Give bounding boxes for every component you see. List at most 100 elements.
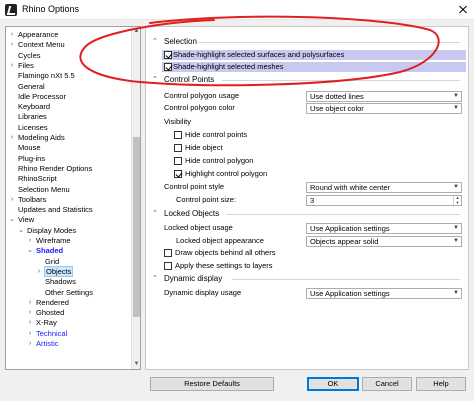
- tree-item[interactable]: › Files: [8, 61, 132, 70]
- checkbox-unchecked[interactable]: [174, 144, 182, 152]
- settings-panel: ⌃ Selection Shade-highlight selected sur…: [145, 26, 469, 370]
- tree-item-label: Cycles: [18, 50, 41, 60]
- dynamic-display-usage-dropdown[interactable]: Use Application settings ▼: [306, 288, 462, 299]
- checkbox-unchecked[interactable]: [164, 262, 172, 270]
- help-button[interactable]: Help: [416, 377, 466, 391]
- tree-item[interactable]: Shadows: [8, 277, 132, 286]
- shade-highlight-meshes-checkbox[interactable]: Shade-highlight selected meshes: [162, 62, 466, 72]
- tree-item[interactable]: › Context Menu: [8, 40, 132, 49]
- checkbox-unchecked[interactable]: [174, 157, 182, 165]
- control-polygon-color-dropdown[interactable]: Use object color ▼: [306, 103, 462, 114]
- tree-item-label: Selection Menu: [18, 184, 70, 194]
- chevron-right-icon[interactable]: ›: [8, 133, 16, 142]
- chevron-right-icon[interactable]: ›: [26, 236, 34, 245]
- chevron-down-icon[interactable]: ⌄: [17, 226, 25, 235]
- collapse-caret-icon[interactable]: ⌃: [152, 37, 160, 47]
- tree-item[interactable]: ⌄ Shaded: [8, 246, 132, 255]
- tree-item[interactable]: › Artistic: [8, 339, 132, 348]
- tree-item[interactable]: › Rendered: [8, 298, 132, 307]
- chevron-right-icon[interactable]: ›: [26, 308, 34, 317]
- collapse-caret-icon[interactable]: ⌃: [152, 274, 160, 284]
- control-point-size-spinner[interactable]: 3 ▲ ▼: [306, 195, 462, 206]
- tree-item-label: Plug-ins: [18, 153, 46, 163]
- tree-item[interactable]: › Wireframe: [8, 236, 132, 245]
- control-polygon-usage-dropdown[interactable]: Use dotted lines ▼: [306, 91, 462, 102]
- shade-highlight-surfaces-checkbox[interactable]: Shade-highlight selected surfaces and po…: [162, 50, 466, 60]
- tree-item-label: Objects: [43, 265, 74, 277]
- chevron-down-icon[interactable]: ⌄: [8, 215, 16, 224]
- chevron-right-icon[interactable]: ›: [26, 298, 34, 307]
- tree-item[interactable]: Rhino Render Options: [8, 164, 132, 173]
- chevron-right-icon[interactable]: ›: [26, 318, 34, 327]
- collapse-caret-icon[interactable]: ⌃: [152, 209, 160, 219]
- tree-item-label: Artistic: [36, 339, 59, 348]
- tree-item[interactable]: Cycles: [8, 51, 132, 60]
- scroll-up-icon[interactable]: ▲: [132, 27, 140, 36]
- dynamic-display-usage-label: Dynamic display usage: [164, 288, 242, 297]
- tree-item[interactable]: ⌄ Display Modes: [8, 226, 132, 235]
- tree-item[interactable]: › Technical: [8, 329, 132, 338]
- chevron-down-icon[interactable]: ⌄: [26, 246, 34, 255]
- checkbox-unchecked[interactable]: [164, 249, 172, 257]
- tree-item-label: Wireframe: [36, 236, 71, 245]
- hide-control-polygon-checkbox[interactable]: Hide control polygon: [174, 156, 314, 166]
- checkbox-checked[interactable]: [174, 170, 182, 178]
- tree-item[interactable]: RhinoScript: [8, 174, 132, 183]
- chevron-right-icon[interactable]: ›: [26, 339, 34, 348]
- tree-item[interactable]: Licenses: [8, 123, 132, 132]
- tree-item[interactable]: Other Settings: [8, 288, 132, 297]
- tree-item[interactable]: Mouse: [8, 143, 132, 152]
- restore-defaults-button[interactable]: Restore Defaults: [150, 377, 274, 391]
- highlight-control-polygon-checkbox[interactable]: Highlight control polygon: [174, 169, 314, 179]
- tree-item-label: Other Settings: [45, 287, 93, 297]
- control-polygon-color-label: Control polygon color: [164, 103, 235, 112]
- tree-item[interactable]: Keyboard: [8, 102, 132, 111]
- draw-behind-checkbox[interactable]: Draw objects behind all others: [164, 248, 324, 258]
- checkbox-checked[interactable]: [164, 63, 172, 71]
- tree-item[interactable]: Libraries: [8, 112, 132, 121]
- chevron-right-icon[interactable]: ›: [8, 30, 16, 39]
- tree-item[interactable]: › Appearance: [8, 30, 132, 39]
- checkbox-checked[interactable]: [164, 51, 172, 59]
- chevron-down-icon: ▼: [453, 93, 459, 99]
- tree-item[interactable]: Idle Processor: [8, 92, 132, 101]
- control-point-style-dropdown[interactable]: Round with white center ▼: [306, 182, 462, 193]
- tree-item-label: Idle Processor: [18, 91, 66, 101]
- chevron-right-icon[interactable]: ›: [8, 195, 16, 204]
- hide-object-checkbox[interactable]: Hide object: [174, 143, 314, 153]
- tree-item[interactable]: › X-Ray: [8, 318, 132, 327]
- tree-item[interactable]: › Objects: [8, 265, 132, 277]
- tree-item-label: Modeling Aids: [18, 133, 65, 142]
- close-icon[interactable]: [452, 0, 474, 20]
- hide-control-points-checkbox[interactable]: Hide control points: [174, 130, 314, 140]
- tree-scrollbar[interactable]: ▲ ▼: [131, 27, 140, 369]
- chevron-right-icon[interactable]: ›: [8, 61, 16, 70]
- locked-object-usage-dropdown[interactable]: Use Application settings ▼: [306, 223, 462, 234]
- tree-item[interactable]: › Ghosted: [8, 308, 132, 317]
- scroll-down-icon[interactable]: ▼: [132, 360, 140, 369]
- tree-item-label: View: [18, 215, 35, 225]
- locked-object-appearance-dropdown[interactable]: Objects appear solid ▼: [306, 236, 462, 247]
- ok-button[interactable]: OK: [307, 377, 359, 391]
- collapse-caret-icon[interactable]: ⌃: [152, 75, 160, 85]
- tree-item[interactable]: › Toolbars: [8, 195, 132, 204]
- tree-item[interactable]: General: [8, 82, 132, 91]
- tree-item[interactable]: ⌄ View: [8, 215, 132, 224]
- checkbox-unchecked[interactable]: [174, 131, 182, 139]
- chevron-right-icon[interactable]: ›: [26, 329, 34, 338]
- chevron-right-icon[interactable]: ›: [8, 40, 16, 49]
- tree-item[interactable]: Grid: [8, 257, 132, 266]
- tree-item-label: RhinoScript: [18, 174, 57, 184]
- chevron-down-icon: ▼: [453, 225, 459, 231]
- apply-to-layers-checkbox[interactable]: Apply these settings to layers: [164, 261, 324, 271]
- tree-item[interactable]: › Modeling Aids: [8, 133, 132, 142]
- chevron-right-icon[interactable]: ›: [35, 267, 43, 276]
- tree-item[interactable]: Plug-ins: [8, 154, 132, 163]
- scroll-thumb[interactable]: [133, 137, 140, 317]
- cancel-button[interactable]: Cancel: [362, 377, 412, 391]
- tree-item[interactable]: Flamingo nXt 5.5: [8, 71, 132, 80]
- control-point-style-label: Control point style: [164, 182, 225, 191]
- tree-item[interactable]: Selection Menu: [8, 185, 132, 194]
- tree-item[interactable]: Updates and Statistics: [8, 205, 132, 214]
- spinner-arrows-icon[interactable]: ▲ ▼: [453, 195, 461, 205]
